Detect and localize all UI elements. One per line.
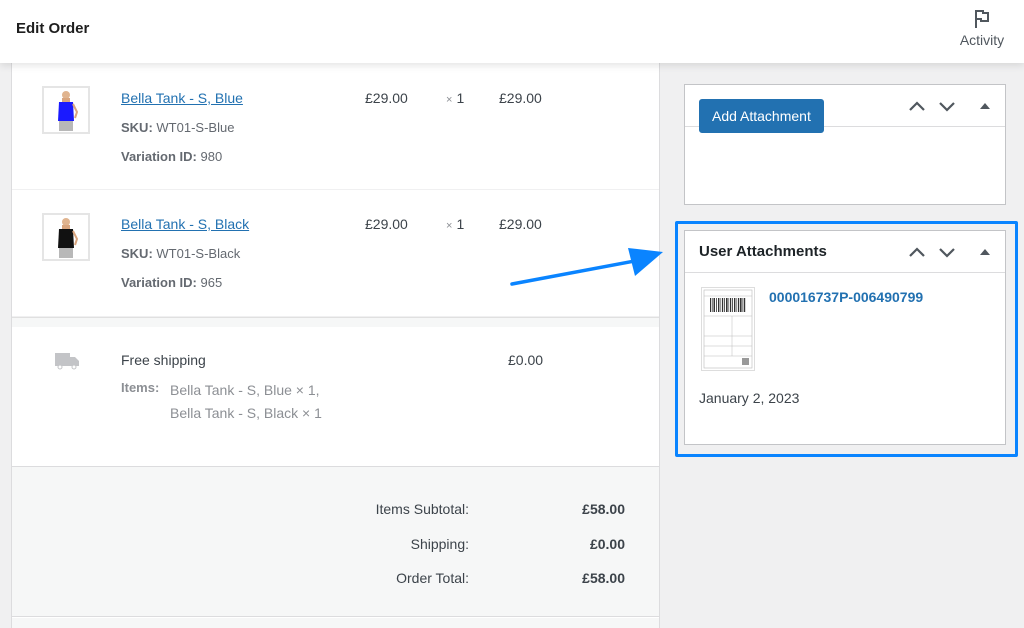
add-attachment-button[interactable]: Add Attachment: [699, 99, 824, 133]
item-quantity: × 1: [446, 90, 464, 106]
attachment-link[interactable]: 000016737P-006490799: [769, 289, 923, 305]
chevron-down-icon[interactable]: [937, 243, 957, 261]
add-attachments-box: Add Attachments Add Attachment: [684, 84, 1006, 205]
collapse-toggle-icon[interactable]: [975, 243, 995, 261]
line-item: Bella Tank - S, Blue SKU: WT01-S-Blue Va…: [12, 63, 659, 190]
annotation-arrow-icon: [510, 248, 663, 286]
top-bar: Edit Order Activity: [0, 0, 1024, 63]
truck-icon: [55, 353, 79, 370]
chevron-up-icon[interactable]: [907, 97, 927, 115]
sku-label: SKU:: [121, 120, 153, 135]
activity-label: Activity: [959, 32, 1005, 48]
totals-label: Items Subtotal:: [375, 501, 469, 517]
shipping-label-image: [703, 289, 753, 369]
left-gutter: [0, 63, 12, 628]
totals-label: Order Total:: [396, 570, 469, 586]
page-title: Edit Order: [16, 20, 90, 37]
product-link[interactable]: Bella Tank - S, Black: [121, 216, 249, 232]
shipping-method: Free shipping: [121, 352, 206, 368]
shipping-line: Free shipping Items: Bella Tank - S, Blu…: [12, 327, 659, 467]
sku-label: SKU:: [121, 246, 153, 261]
variation-id: Variation ID: 965: [121, 275, 222, 290]
item-cost: £29.00: [365, 216, 408, 232]
item-cost: £29.00: [365, 90, 408, 106]
item-total: £29.00: [499, 90, 542, 106]
shipping-label-thumbnail[interactable]: [701, 287, 755, 371]
collapse-toggle-icon[interactable]: [975, 97, 995, 115]
totals-footer: [12, 618, 659, 628]
product-thumbnail[interactable]: [42, 213, 90, 261]
section-divider: [12, 317, 659, 327]
totals-label: Shipping:: [410, 536, 469, 552]
item-total: £29.00: [499, 216, 542, 232]
sku: SKU: WT01-S-Blue: [121, 120, 234, 135]
order-items-panel: Bella Tank - S, Blue SKU: WT01-S-Blue Va…: [12, 63, 660, 628]
order-totals: Items Subtotal: £58.00 Shipping: £0.00 O…: [12, 467, 659, 617]
variation-label: Variation ID:: [121, 275, 197, 290]
shipping-items-label: Items:: [121, 380, 160, 395]
quantity-value: 1: [456, 90, 465, 106]
product-thumbnail[interactable]: [42, 86, 90, 134]
totals-value: £0.00: [589, 536, 625, 552]
user-attachments-box: User Attachments 000016737P-006490799 Ja…: [684, 230, 1006, 445]
flag-icon: [975, 10, 989, 28]
variation-label: Variation ID:: [121, 149, 197, 164]
quantity-value: 1: [456, 216, 465, 232]
activity-button[interactable]: Activity: [954, 8, 1010, 50]
shipping-cost: £0.00: [508, 352, 544, 368]
totals-value: £58.00: [582, 570, 625, 586]
chevron-up-icon[interactable]: [907, 243, 927, 261]
variation-id: Variation ID: 980: [121, 149, 222, 164]
variation-value: 980: [200, 149, 223, 164]
times-symbol: ×: [446, 220, 453, 232]
sku-value: WT01-S-Blue: [156, 120, 235, 135]
tank-top-image: [58, 218, 79, 258]
sku: SKU: WT01-S-Black: [121, 246, 240, 261]
tank-top-image: [58, 91, 79, 131]
shipping-items: Bella Tank - S, Blue × 1, Bella Tank - S…: [170, 382, 322, 421]
attachment-date: January 2, 2023: [699, 390, 800, 406]
sku-value: WT01-S-Black: [156, 246, 241, 261]
totals-value: £58.00: [582, 501, 625, 517]
postbox-header: User Attachments: [685, 231, 1005, 273]
item-quantity: × 1: [446, 216, 464, 232]
variation-value: 965: [200, 275, 223, 290]
product-link[interactable]: Bella Tank - S, Blue: [121, 90, 243, 106]
times-symbol: ×: [446, 94, 453, 106]
chevron-down-icon[interactable]: [937, 97, 957, 115]
box-title: User Attachments: [699, 243, 827, 260]
